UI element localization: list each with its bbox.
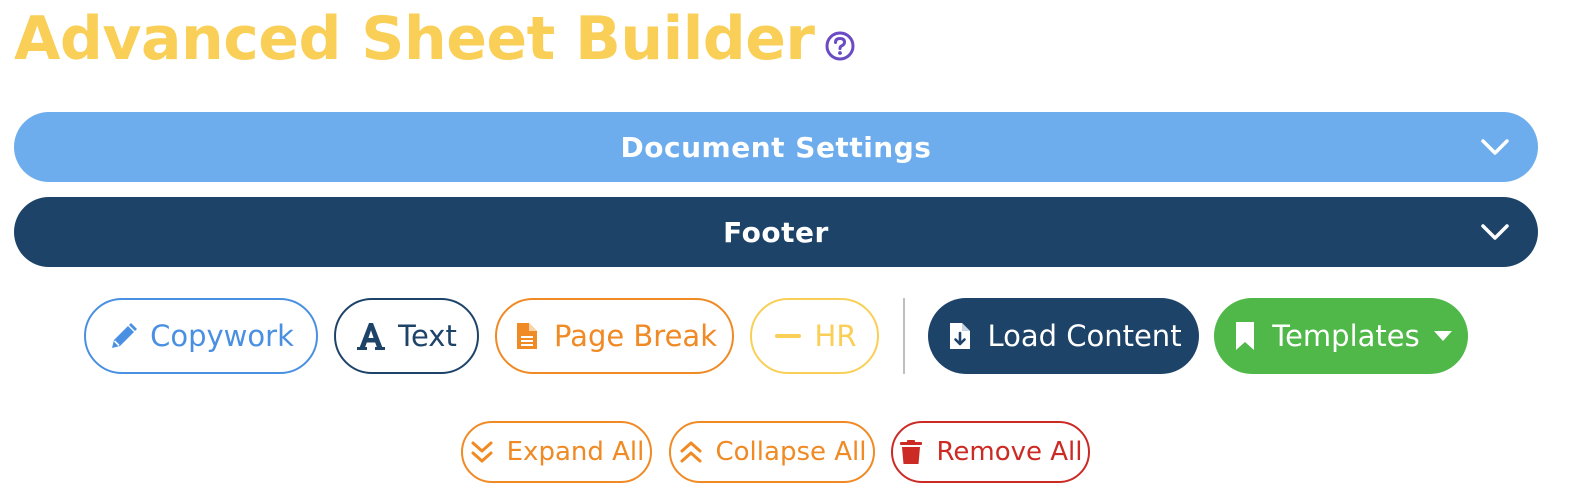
document-settings-accordion[interactable]: Document Settings [14, 112, 1538, 182]
copywork-button[interactable]: Copywork [84, 298, 318, 374]
hr-button[interactable]: HR [750, 298, 879, 374]
page-break-button[interactable]: Page Break [495, 298, 734, 374]
templates-label: Templates [1272, 319, 1420, 353]
pencil-icon [112, 323, 138, 348]
templates-dropdown-button[interactable]: Templates [1214, 298, 1468, 374]
trash-icon [900, 440, 923, 464]
collapse-all-button[interactable]: Collapse All [669, 421, 875, 483]
hr-label: HR [814, 319, 857, 353]
remove-all-button[interactable]: Remove All [891, 421, 1090, 483]
chevron-down-icon [1481, 224, 1509, 240]
bookmark-icon [1236, 322, 1255, 350]
expand-all-button[interactable]: Expand All [461, 421, 652, 483]
chevron-down-icon [1481, 139, 1509, 155]
page-break-label: Page Break [553, 319, 717, 353]
minus-icon [774, 334, 801, 338]
footer-accordion[interactable]: Footer [14, 197, 1538, 267]
page-title: Advanced Sheet Builder [14, 4, 815, 74]
page-header: Advanced Sheet Builder [14, 4, 855, 74]
load-content-label: Load Content [987, 319, 1182, 353]
remove-all-label: Remove All [936, 437, 1083, 467]
collapse-all-label: Collapse All [715, 437, 867, 467]
footer-label: Footer [723, 215, 829, 249]
copywork-label: Copywork [150, 319, 294, 353]
toolbar-divider [903, 298, 905, 374]
text-label: Text [398, 319, 457, 353]
text-a-icon [357, 323, 386, 350]
load-content-button[interactable]: Load Content [928, 298, 1199, 374]
text-button[interactable]: Text [334, 298, 479, 374]
double-chevron-up-icon [680, 441, 701, 463]
double-chevron-down-icon [471, 441, 493, 463]
caret-down-icon [1433, 331, 1452, 341]
question-circle-icon[interactable] [825, 31, 855, 61]
file-icon [516, 323, 537, 349]
expand-all-label: Expand All [506, 437, 645, 467]
file-download-icon [950, 323, 971, 349]
document-settings-label: Document Settings [620, 130, 932, 164]
